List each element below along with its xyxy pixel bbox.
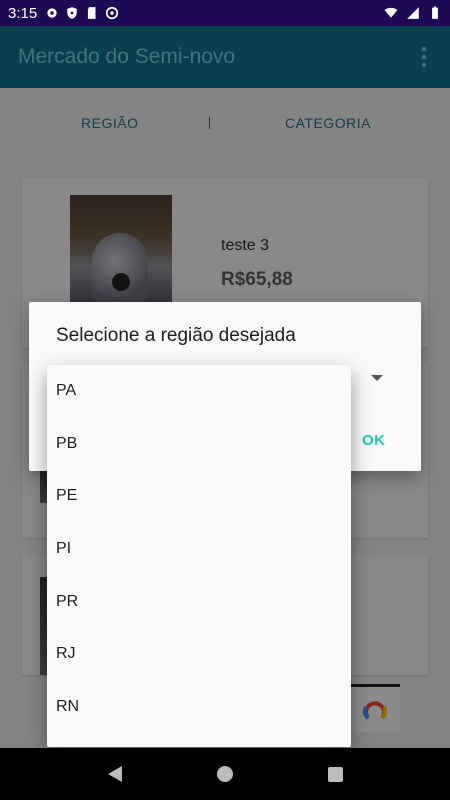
status-right-icons [384,6,442,20]
wifi-icon [384,7,398,18]
region-dropdown-list: PA PB PE PI PR RJ RN [47,365,351,747]
status-bar: 3:15 [0,0,450,26]
dropdown-option[interactable]: PE [47,470,351,523]
status-time: 3:15 [8,4,38,22]
status-left-icons [45,6,119,20]
ok-button[interactable]: OK [362,432,386,449]
dropdown-option[interactable]: RN [47,681,351,734]
dropdown-option[interactable]: PB [47,418,351,471]
signal-icon [407,7,419,19]
settings-icon [47,8,57,18]
circle-at-icon [106,6,119,20]
dropdown-option[interactable]: PA [47,365,351,418]
home-icon[interactable] [216,766,233,782]
dropdown-option[interactable]: PI [47,523,351,576]
battery-icon [432,6,438,19]
dropdown-option[interactable]: RJ [47,628,351,681]
dropdown-option[interactable]: PR [47,575,351,628]
dialog-title: Selecione a região desejada [56,325,296,346]
system-nav-bar [0,748,450,800]
back-icon[interactable] [107,766,122,782]
chevron-down-icon[interactable] [371,375,383,381]
sd-card-icon [88,7,96,19]
shield-icon [67,7,77,19]
recent-apps-icon[interactable] [327,766,343,782]
